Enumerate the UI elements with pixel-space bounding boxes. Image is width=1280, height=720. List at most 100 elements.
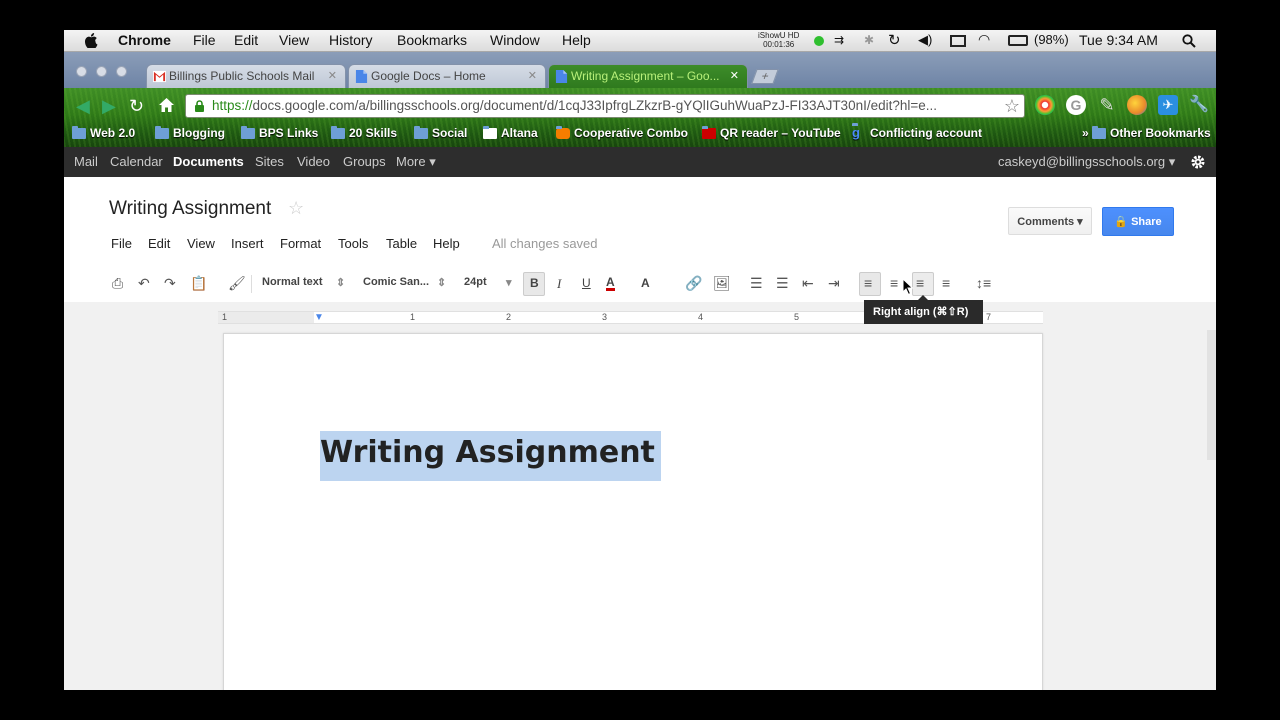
paste-icon[interactable]: 📋 [190,275,207,292]
tab-writing-assignment[interactable]: Writing Assignment – Goo... ✕ [548,64,748,88]
color-picker-extension-icon[interactable] [1035,95,1055,115]
italic-button[interactable]: I [557,276,561,292]
align-center-icon[interactable]: ≡ [890,275,898,291]
back-icon[interactable]: ◀ [76,96,90,117]
docs-menu-format[interactable]: Format [280,236,321,251]
bulleted-list-icon[interactable]: ☰ [776,275,789,292]
home-icon[interactable] [158,97,175,113]
docs-menu-file[interactable]: File [111,236,132,251]
gbar-groups[interactable]: Groups [343,154,386,169]
bookmark-blogging[interactable]: Blogging [155,126,225,140]
indent-marker-icon[interactable]: ▼ [314,312,324,323]
address-bar[interactable]: https://docs.google.com/a/billingsschool… [185,94,1025,118]
line-spacing-icon[interactable]: ↕≡ [976,275,991,291]
bluetooth-icon[interactable]: ✱ [864,33,874,47]
undo-icon[interactable]: ↶ [138,275,150,292]
wrench-icon[interactable]: 🔧 [1189,95,1209,115]
docs-menu-table[interactable]: Table [386,236,417,251]
docs-menu-view[interactable]: View [187,236,215,251]
docs-menu-edit[interactable]: Edit [148,236,170,251]
tab-close-icon[interactable]: ✕ [528,69,537,82]
spotlight-search-icon[interactable] [1182,34,1196,48]
volume-icon[interactable]: ◀) [918,32,932,48]
font-select-arrow-icon[interactable]: ⇕ [437,276,446,289]
apple-logo-icon[interactable] [84,33,98,48]
globe-extension-icon[interactable] [1127,95,1147,115]
ishowu-indicator[interactable]: iShowU HD 00:01:36 [758,31,799,49]
print-icon[interactable]: ⎙ [112,275,123,292]
share-button[interactable]: 🔒 Share [1102,207,1174,236]
document-heading-selected[interactable]: Writing Assignment [320,431,661,481]
font-size-select[interactable]: 24pt [464,276,487,288]
bookmarks-overflow-chevron-icon[interactable]: » [1064,126,1089,140]
paint-format-icon[interactable]: 🖌 [228,275,246,292]
menu-view[interactable]: View [279,32,309,48]
justify-icon[interactable]: ≡ [942,275,950,291]
sync-icon[interactable]: ↻ [888,31,901,49]
font-select[interactable]: Comic San... [363,276,429,288]
gbar-documents[interactable]: Documents [173,154,244,169]
docs-menu-tools[interactable]: Tools [338,236,368,251]
gbar-more[interactable]: More ▾ [396,154,436,170]
font-size-arrow-icon[interactable]: ▾ [506,276,512,289]
window-minimize-button[interactable] [96,66,107,77]
wifi-icon[interactable]: ◠ [978,31,990,48]
docs-menu-insert[interactable]: Insert [231,236,264,251]
bookmark-altana[interactable]: Altana [483,126,538,140]
reload-icon[interactable]: ↻ [129,96,144,117]
gbar-calendar[interactable]: Calendar [110,154,163,169]
bookmark-star-icon[interactable]: ☆ [1004,96,1020,117]
bold-button[interactable]: B [530,276,539,290]
bookmark-qr-reader[interactable]: QR reader – YouTube [702,126,841,140]
timemachine-icon[interactable]: ⇉ [834,33,844,47]
menu-edit[interactable]: Edit [234,32,258,48]
document-page[interactable]: Writing Assignment [223,333,1043,690]
tab-gmail[interactable]: Billings Public Schools Mail ✕ [146,64,346,88]
bookmark-other[interactable]: Other Bookmarks [1092,126,1211,140]
menu-bookmarks[interactable]: Bookmarks [397,32,467,48]
style-select-arrow-icon[interactable]: ⇕ [336,276,345,289]
pen-extension-icon[interactable]: ✎ [1097,95,1117,115]
decrease-indent-icon[interactable]: ⇤ [802,275,814,292]
numbered-list-icon[interactable]: ☰ [750,275,763,292]
insert-image-icon[interactable]: 🖼 [713,275,731,292]
docs-menu-help[interactable]: Help [433,236,460,251]
increase-indent-icon[interactable]: ⇥ [828,275,840,292]
highlight-color-button[interactable]: A [641,276,650,290]
settings-gear-icon[interactable] [1190,154,1206,170]
window-close-button[interactable] [76,66,87,77]
menu-help[interactable]: Help [562,32,591,48]
menubar-clock[interactable]: Tue 9:34 AM [1079,32,1158,48]
g-extension-icon[interactable]: G [1066,95,1086,115]
document-title[interactable]: Writing Assignment [109,198,271,220]
redo-icon[interactable]: ↷ [164,275,176,292]
battery-icon[interactable] [1008,35,1028,46]
menu-file[interactable]: File [193,32,216,48]
gbar-video[interactable]: Video [297,154,330,169]
new-tab-button[interactable]: + [751,69,779,84]
style-select[interactable]: Normal text [262,276,323,288]
align-left-icon[interactable]: ≡ [864,275,872,291]
bookmark-social[interactable]: Social [414,126,467,140]
gbar-sites[interactable]: Sites [255,154,284,169]
align-right-icon[interactable]: ≡ [916,275,924,291]
gbar-account[interactable]: caskeyd@billingsschools.org ▾ [998,154,1175,170]
comments-button[interactable]: Comments ▾ [1008,207,1092,235]
bird-extension-icon[interactable]: ✈ [1158,95,1178,115]
text-color-button[interactable]: A [606,276,615,291]
bookmark-cooperative-combo[interactable]: Cooperative Combo [556,126,688,140]
link-icon[interactable]: 🔗 [685,275,702,292]
menu-app-name[interactable]: Chrome [118,32,171,48]
bookmark-web20[interactable]: Web 2.0 [72,126,135,140]
star-icon[interactable]: ☆ [288,198,304,219]
tab-docs-home[interactable]: Google Docs – Home ✕ [348,64,546,88]
window-zoom-button[interactable] [116,66,127,77]
forward-icon[interactable]: ▶ [102,96,116,117]
menu-window[interactable]: Window [490,32,540,48]
bookmark-conflicting-account[interactable]: g Conflicting account [852,123,982,140]
gbar-mail[interactable]: Mail [74,154,98,169]
menu-history[interactable]: History [329,32,373,48]
vertical-scrollbar[interactable] [1207,330,1216,460]
tab-close-icon[interactable]: ✕ [730,69,739,82]
battery-percent[interactable]: (98%) [1034,32,1069,47]
